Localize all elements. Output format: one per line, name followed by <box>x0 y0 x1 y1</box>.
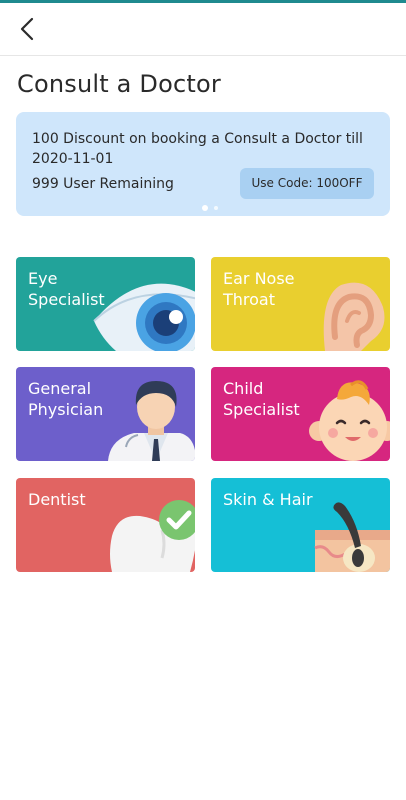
category-general-physician[interactable]: General Physician <box>16 367 195 461</box>
category-skin-hair[interactable]: Skin & Hair <box>211 478 390 572</box>
category-ear-nose-throat[interactable]: Ear Nose Throat <box>211 257 390 351</box>
use-code-button[interactable]: Use Code: 100OFF <box>240 168 374 199</box>
back-button[interactable] <box>12 13 44 45</box>
category-label: Skin & Hair <box>223 490 313 509</box>
category-label: Eye Specialist <box>28 269 105 309</box>
promo-text: 100 Discount on booking a Consult a Doct… <box>32 131 363 167</box>
category-child-specialist[interactable]: Child Specialist <box>211 367 390 461</box>
carousel-dot-active[interactable] <box>202 205 208 211</box>
page-title: Consult a Doctor <box>17 70 221 98</box>
category-label: Dentist <box>28 490 86 509</box>
back-arrow-icon <box>20 17 34 41</box>
category-label: Child Specialist <box>223 379 300 419</box>
app-bar <box>0 3 406 56</box>
carousel-dot[interactable] <box>214 206 218 210</box>
category-label: General Physician <box>28 379 104 419</box>
category-label: Ear Nose Throat <box>223 269 295 309</box>
category-eye-specialist[interactable]: Eye Specialist <box>16 257 195 351</box>
promo-remaining-count: 999 User Remaining <box>32 176 174 192</box>
category-dentist[interactable]: Dentist <box>16 478 195 572</box>
promo-banner[interactable]: 100 Discount on booking a Consult a Doct… <box>16 112 390 216</box>
